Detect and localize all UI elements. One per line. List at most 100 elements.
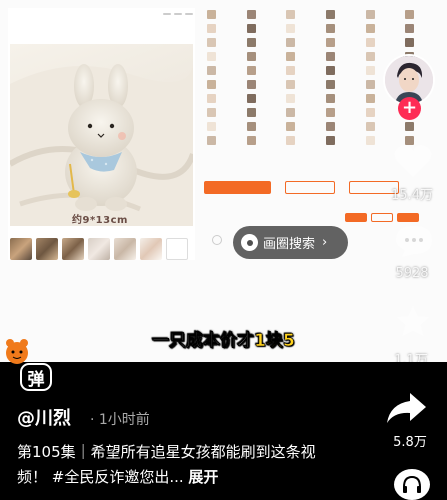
- pattern-swatch: [326, 51, 335, 61]
- pattern-thumbnail: [207, 92, 245, 104]
- heart-icon[interactable]: [393, 143, 433, 179]
- pattern-thumbnail: [365, 36, 404, 48]
- pattern-thumbnail: [326, 106, 364, 118]
- pattern-swatch: [207, 107, 216, 117]
- video-caption: 一只成本价才1块5: [0, 326, 447, 352]
- pattern-swatch: [286, 135, 296, 145]
- pattern-thumbnail: [246, 22, 285, 34]
- pattern-thumbnail: [286, 92, 324, 104]
- pattern-thumbnail: [246, 92, 285, 104]
- pattern-swatch: [365, 9, 375, 19]
- pattern-thumbnail: [365, 120, 404, 132]
- pattern-thumbnail: [405, 22, 443, 34]
- pattern-swatch: [365, 79, 375, 89]
- pattern-swatch: [405, 9, 415, 19]
- pattern-swatch: [246, 23, 256, 33]
- video-frame[interactable]: 约9*13cm 画圈搜索 › 一只成本价才1块5: [0, 0, 447, 362]
- pattern-thumbnail: [286, 64, 324, 76]
- pattern-swatch: [365, 121, 375, 131]
- pattern-swatch: [365, 93, 375, 103]
- thumbnail[interactable]: [62, 238, 84, 260]
- pattern-swatch: [207, 79, 216, 89]
- pattern-thumbnail: [207, 64, 245, 76]
- comment-count: 5928: [395, 266, 429, 281]
- listing-header-button: [174, 13, 182, 15]
- share-arrow-icon[interactable]: [384, 391, 428, 425]
- listing-stats: [8, 20, 195, 30]
- thumbnail[interactable]: [166, 238, 188, 260]
- pattern-thumbnail: [405, 120, 443, 132]
- listing-header-button: [163, 13, 171, 15]
- pattern-thumbnail: [326, 64, 364, 76]
- pattern-swatch: [405, 121, 415, 131]
- pattern-swatch: [365, 107, 375, 117]
- pattern-thumbnail: [405, 36, 443, 48]
- caption-prefix: 一只成本价才: [152, 331, 255, 352]
- chevron-right-icon: ›: [322, 235, 328, 250]
- pattern-thumbnail: [286, 8, 324, 20]
- pattern-thumbnail: [286, 134, 324, 146]
- pattern-thumbnail: [405, 8, 443, 20]
- pattern-swatch: [326, 65, 335, 75]
- comment-icon[interactable]: [394, 224, 434, 258]
- pattern-thumbnail: [365, 22, 404, 34]
- search-circle-icon: [241, 234, 258, 251]
- thumbnail[interactable]: [88, 238, 110, 260]
- buy-now-button[interactable]: [204, 181, 271, 194]
- pattern-thumbnail: [207, 134, 245, 146]
- pattern-swatch: [286, 93, 296, 103]
- pattern-thumbnail: [246, 36, 285, 48]
- pattern-swatch: [207, 51, 216, 61]
- author-name[interactable]: @川烈: [17, 404, 71, 430]
- pattern-swatch: [246, 135, 256, 145]
- expand-link[interactable]: 展开: [188, 468, 218, 486]
- pattern-swatch: [286, 121, 296, 131]
- pattern-thumbnail: [207, 78, 245, 90]
- loading-circle-icon: [212, 235, 222, 245]
- pattern-swatch: [207, 135, 216, 145]
- description-text: 第105集｜希望所有追星女孩都能刷到这条视频！ #全民反诈邀您出...: [17, 443, 316, 486]
- pattern-swatch: [207, 121, 216, 131]
- add-to-cart-button[interactable]: [285, 181, 335, 194]
- pattern-thumbnail: [207, 50, 245, 62]
- pattern-swatch: [246, 93, 256, 103]
- pattern-swatch: [405, 37, 415, 47]
- pattern-swatch: [326, 23, 335, 33]
- pattern-thumbnail: [246, 120, 285, 132]
- pattern-swatch: [365, 23, 375, 33]
- pattern-swatch: [326, 37, 335, 47]
- pattern-thumbnail: [286, 22, 324, 34]
- thumbnail[interactable]: [10, 238, 32, 260]
- pattern-swatch: [326, 135, 335, 145]
- pattern-thumbnail: [286, 106, 324, 118]
- thumbnail[interactable]: [114, 238, 136, 260]
- circle-search-button[interactable]: 画圈搜索 ›: [233, 226, 348, 259]
- danmu-bar: [0, 362, 447, 399]
- pattern-thumbnail: [326, 120, 364, 132]
- pattern-thumbnail: [326, 50, 364, 62]
- pattern-thumbnail: [246, 64, 285, 76]
- shop-button[interactable]: [345, 213, 367, 222]
- pattern-thumbnail: [286, 36, 324, 48]
- pattern-swatch: [286, 37, 296, 47]
- pattern-swatch: [207, 65, 216, 75]
- star-icon[interactable]: [393, 304, 433, 338]
- pattern-thumbnail: [326, 78, 364, 90]
- pattern-swatch: [246, 37, 256, 47]
- pattern-swatch: [326, 107, 335, 117]
- shop-button[interactable]: [371, 213, 393, 222]
- headset-button[interactable]: [394, 469, 430, 500]
- shop-button[interactable]: [397, 213, 419, 222]
- pattern-thumbnail: [246, 78, 285, 90]
- product-listing-panel: 约9*13cm: [8, 8, 195, 260]
- thumbnail[interactable]: [140, 238, 162, 260]
- pattern-swatch: [286, 107, 296, 117]
- danmu-toggle-button[interactable]: 弹: [20, 363, 52, 391]
- plush-bunny-image: [10, 64, 193, 226]
- thumbnail[interactable]: [36, 238, 58, 260]
- follow-plus-icon[interactable]: +: [398, 97, 421, 120]
- pattern-swatch: [286, 51, 296, 61]
- pattern-swatch: [286, 79, 296, 89]
- pattern-thumbnail: [286, 78, 324, 90]
- pattern-swatch: [207, 23, 216, 33]
